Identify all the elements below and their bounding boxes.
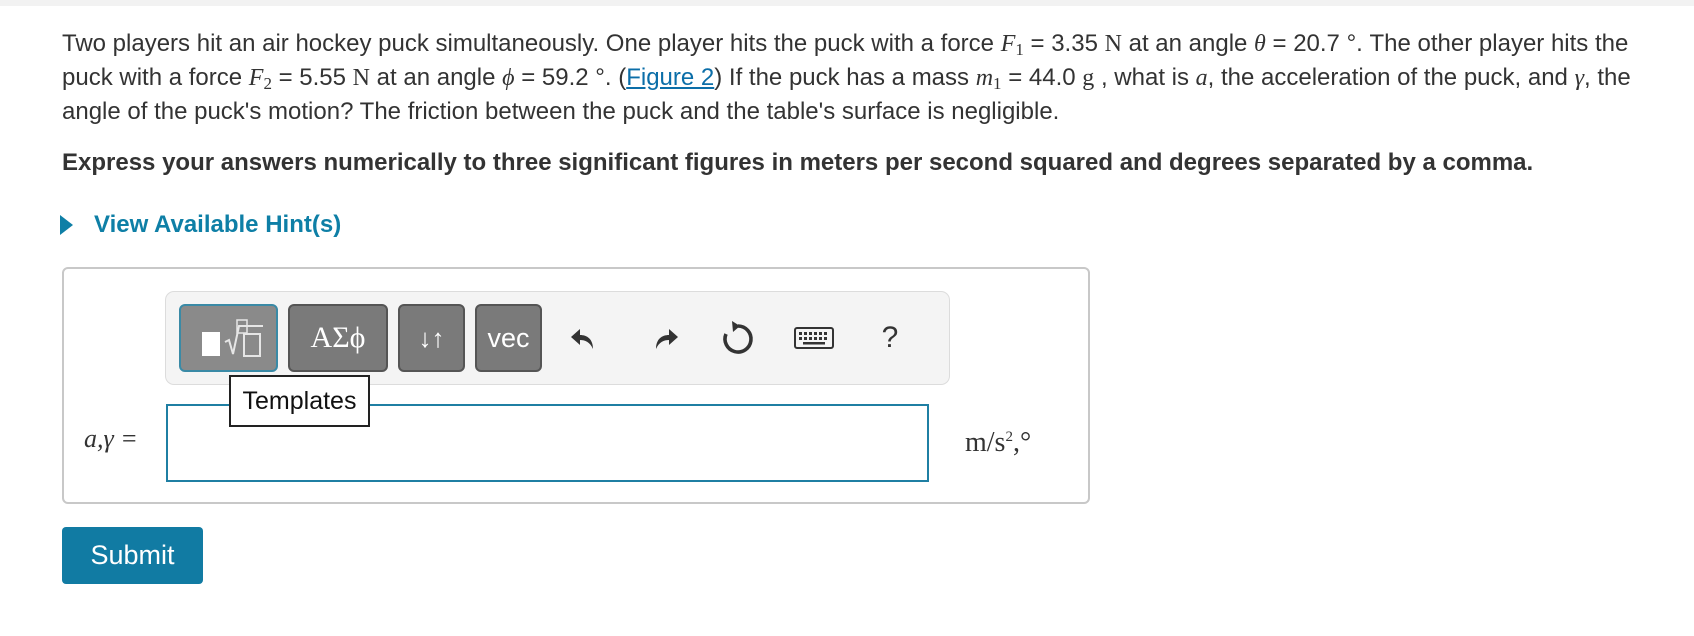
submit-button[interactable]: Submit	[62, 527, 203, 584]
force1-value: = 3.35	[1023, 30, 1098, 57]
figure-2-link[interactable]: Figure 2	[626, 64, 714, 91]
question-part-b: , the acceleration of the puck, and	[1207, 64, 1568, 91]
keyboard-icon[interactable]	[790, 314, 838, 362]
undo-icon[interactable]	[564, 314, 604, 362]
answer-label: a,γ =	[84, 424, 138, 454]
force1-unit: N	[1104, 31, 1122, 57]
question-part-a: , what is	[1094, 64, 1189, 91]
vector-button[interactable]: vec	[475, 304, 542, 372]
problem-intro: Two players hit an air hockey puck simul…	[62, 30, 995, 57]
mass-value: = 44.0	[1001, 64, 1076, 91]
force1-symbol: F	[1000, 31, 1016, 57]
gamma-symbol: γ	[1574, 65, 1585, 91]
top-bar	[0, 0, 1694, 6]
view-hints-toggle[interactable]: View Available Hint(s)	[60, 208, 341, 242]
phi-value: = 59.2 °. (	[514, 64, 627, 91]
help-button[interactable]: ?	[870, 314, 910, 362]
answer-instruction: Express your answers numerically to thre…	[62, 149, 1534, 176]
greek-symbols-button[interactable]: ΑΣϕ	[288, 304, 388, 372]
expand-triangle-icon	[60, 215, 73, 235]
templates-button[interactable]	[179, 304, 278, 372]
answer-label-text: a,γ =	[84, 424, 138, 453]
problem-statement: Two players hit an air hockey puck simul…	[62, 27, 1662, 128]
angle2-text: at an angle	[370, 64, 496, 91]
mass-subscript: 1	[993, 74, 1002, 93]
force2-subscript: 2	[263, 74, 272, 93]
reset-icon[interactable]	[716, 314, 760, 362]
mass-symbol: m	[975, 65, 994, 91]
templates-tooltip: Templates	[229, 375, 370, 427]
units-base: m/s	[965, 427, 1006, 458]
templates-icon	[201, 319, 263, 357]
force2-value: = 5.55	[271, 64, 346, 91]
subscript-superscript-button[interactable]: ↓↑	[398, 304, 465, 372]
force1-subscript: 1	[1015, 40, 1024, 59]
units-exponent: 2	[1005, 429, 1013, 445]
redo-icon[interactable]	[645, 314, 685, 362]
force2-symbol: F	[248, 65, 264, 91]
acceleration-symbol: a	[1195, 65, 1208, 91]
view-hints-label: View Available Hint(s)	[94, 211, 342, 238]
answer-units: m/s2,°	[965, 427, 1031, 459]
theta-symbol: θ	[1254, 31, 1266, 57]
mass-text: ) If the puck has a mass	[714, 64, 970, 91]
mass-unit: g	[1082, 65, 1095, 91]
theta-value: = 20.7 °.	[1265, 30, 1363, 57]
angle1-text: at an angle	[1121, 30, 1248, 57]
phi-symbol: ϕ	[502, 65, 515, 91]
force2-unit: N	[352, 65, 371, 91]
units-degree: ,°	[1012, 427, 1032, 458]
